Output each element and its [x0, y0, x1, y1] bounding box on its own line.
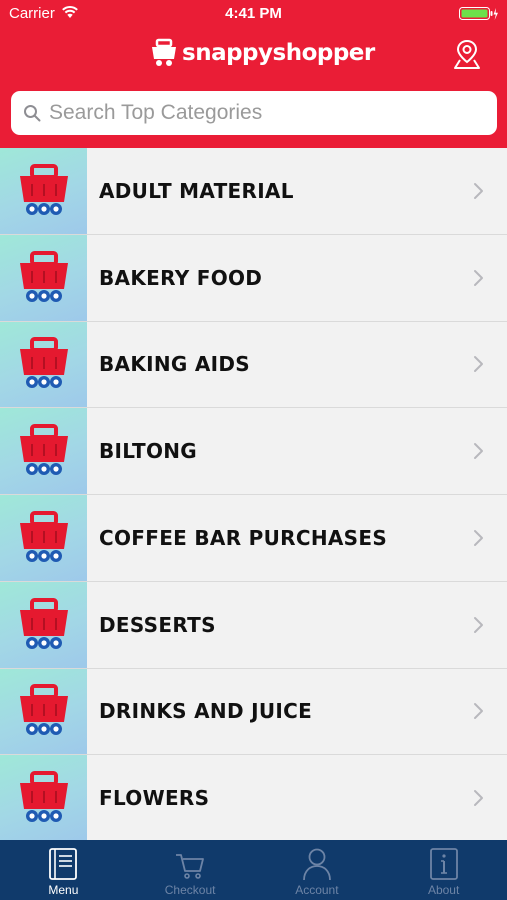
search-input[interactable]: [49, 101, 469, 125]
user-icon: [302, 848, 331, 881]
basket-icon: [19, 510, 68, 562]
cart-icon: [176, 854, 205, 879]
logo-text: snappyshopper: [182, 40, 375, 66]
category-label: BILTONG: [99, 439, 198, 464]
category-row[interactable]: FLOWERS: [0, 755, 507, 840]
category-row[interactable]: BAKERY FOOD: [0, 234, 507, 322]
chevron-right-icon: [474, 356, 483, 373]
category-row[interactable]: ADULT MATERIAL: [0, 148, 507, 235]
chevron-right-icon: [474, 616, 483, 633]
category-thumbnail: [0, 408, 87, 494]
battery-icon: [459, 7, 498, 20]
category-thumbnail: [0, 755, 87, 840]
category-label: COFFEE BAR PURCHASES: [99, 525, 388, 550]
basket-icon: [19, 684, 68, 736]
category-row[interactable]: BILTONG: [0, 408, 507, 495]
category-label: ADULT MATERIAL: [99, 178, 294, 203]
tab-label: Menu: [48, 883, 79, 897]
basket-logo-icon: [152, 38, 176, 66]
category-label: BAKING AIDS: [99, 352, 251, 377]
category-label: DRINKS AND JUICE: [99, 699, 313, 724]
basket-icon: [19, 250, 68, 302]
category-label: FLOWERS: [99, 786, 210, 811]
category-thumbnail: [0, 321, 87, 408]
category-list: ADULT MATERIAL BAKERY FOOD BAKING AIDS BILT…: [0, 148, 507, 840]
tab-account[interactable]: Account: [254, 840, 381, 900]
basket-icon: [19, 771, 68, 823]
search-icon: [24, 105, 41, 122]
tab-label: Account: [295, 883, 339, 897]
tab-bar: Menu Checkout Account About: [0, 840, 507, 900]
chevron-right-icon: [474, 703, 483, 720]
category-row[interactable]: BAKING AIDS: [0, 321, 507, 409]
status-time: 4:41 PM: [225, 5, 282, 22]
category-thumbnail: [0, 234, 87, 321]
basket-icon: [19, 597, 68, 649]
chevron-right-icon: [474, 443, 483, 460]
chevron-right-icon: [474, 529, 483, 546]
basket-icon: [19, 337, 68, 389]
tab-menu[interactable]: Menu: [0, 840, 127, 900]
tab-checkout[interactable]: Checkout: [127, 840, 254, 900]
category-label: DESSERTS: [99, 612, 216, 637]
category-row[interactable]: COFFEE BAR PURCHASES: [0, 495, 507, 582]
category-thumbnail: [0, 668, 87, 755]
location-pin-icon[interactable]: [452, 38, 482, 70]
category-row[interactable]: DRINKS AND JUICE: [0, 668, 507, 756]
app-logo: snappyshopper: [150, 36, 375, 70]
info-icon: [429, 848, 458, 880]
app-header: Carrier 4:41 PM snappyshopper: [0, 0, 507, 148]
basket-icon: [19, 424, 68, 476]
tab-label: Checkout: [164, 883, 216, 897]
tab-label: About: [427, 883, 460, 897]
status-bar: Carrier 4:41 PM: [0, 0, 507, 28]
chevron-right-icon: [474, 182, 483, 199]
category-row[interactable]: DESSERTS: [0, 581, 507, 669]
basket-icon: [19, 163, 68, 215]
menu-book-icon: [49, 848, 78, 880]
chevron-right-icon: [474, 269, 483, 286]
category-label: BAKERY FOOD: [99, 265, 263, 290]
chevron-right-icon: [474, 790, 483, 807]
category-thumbnail: [0, 581, 87, 668]
category-thumbnail: [0, 148, 87, 234]
category-thumbnail: [0, 495, 87, 581]
search-bar[interactable]: [11, 91, 497, 135]
tab-about[interactable]: About: [380, 840, 507, 900]
